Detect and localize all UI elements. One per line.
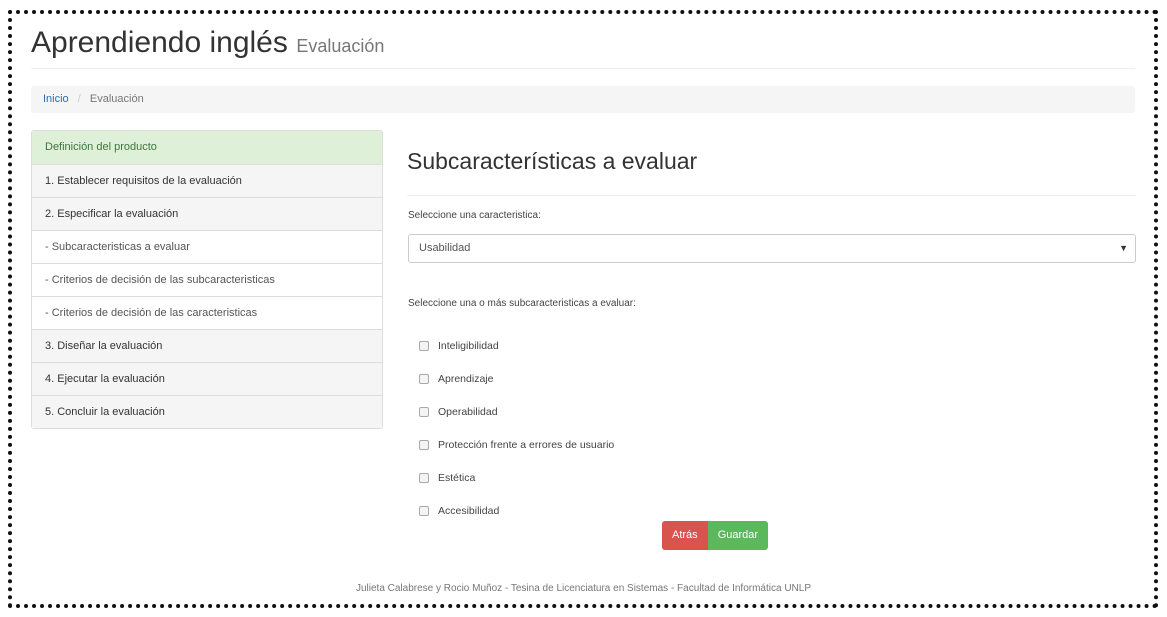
checkbox-row-inteligibilidad: Inteligibilidad: [419, 329, 614, 362]
breadcrumb-home-link[interactable]: Inicio: [43, 93, 69, 105]
sidebar-item-definicion-producto[interactable]: Definición del producto: [32, 131, 382, 164]
checkbox-label: Operabilidad: [438, 405, 498, 418]
checkbox-accesibilidad[interactable]: [419, 505, 429, 516]
subcharacteristics-checklist: Inteligibilidad Aprendizaje Operabilidad…: [419, 329, 614, 527]
characteristic-select-label: Seleccione una caracteristica:: [408, 210, 541, 221]
checkbox-row-proteccion-errores: Protección frente a errores de usuario: [419, 428, 614, 461]
sidebar-item-especificar-evaluacion[interactable]: 2. Especificar la evaluación: [32, 197, 382, 230]
sidebar-item-establecer-requisitos[interactable]: 1. Establecer requisitos de la evaluació…: [32, 164, 382, 197]
checkbox-label: Accesibilidad: [438, 504, 500, 517]
subcharacteristics-label: Seleccione una o más subcaracteristicas …: [408, 298, 636, 309]
checkbox-row-accesibilidad: Accesibilidad: [419, 494, 614, 527]
form-buttons: Atrás Guardar: [662, 521, 769, 550]
characteristic-select[interactable]: Usabilidad ▼: [408, 234, 1136, 263]
breadcrumb: Inicio / Evaluación: [31, 86, 1135, 113]
breadcrumb-separator: /: [77, 93, 81, 105]
sidebar: Definición del producto 1. Establecer re…: [31, 130, 383, 429]
section-heading: Subcaracterísticas a evaluar: [407, 130, 1136, 196]
sidebar-item-ejecutar-evaluacion[interactable]: 4. Ejecutar la evaluación: [32, 362, 382, 395]
sidebar-item-disenar-evaluacion[interactable]: 3. Diseñar la evaluación: [32, 329, 382, 362]
checkbox-label: Aprendizaje: [438, 372, 494, 385]
sidebar-item-criterios-caracteristicas[interactable]: - Criterios de decisión de las caracteri…: [32, 296, 382, 329]
checkbox-row-aprendizaje: Aprendizaje: [419, 362, 614, 395]
sidebar-item-concluir-evaluacion[interactable]: 5. Concluir la evaluación: [32, 395, 382, 428]
main-content: Subcaracterísticas a evaluar Seleccione …: [407, 130, 1136, 550]
page-header: Aprendiendo inglés Evaluación: [31, 26, 1135, 69]
sidebar-item-subcaracteristicas[interactable]: - Subcaracteristicas a evaluar: [32, 230, 382, 263]
characteristic-select-value: Usabilidad: [419, 242, 471, 254]
page: Aprendiendo inglés Evaluación Inicio / E…: [0, 0, 1167, 617]
checkbox-row-estetica: Estética: [419, 461, 614, 494]
page-subtitle: Evaluación: [296, 36, 385, 56]
checkbox-label: Inteligibilidad: [438, 339, 499, 352]
footer-text: Julieta Calabrese y Rocio Muñoz - Tesina…: [355, 583, 812, 594]
breadcrumb-current: Evaluación: [89, 93, 144, 105]
checkbox-label: Estética: [438, 471, 476, 484]
checkbox-estetica[interactable]: [419, 472, 429, 483]
sidebar-item-criterios-subcaracteristicas[interactable]: - Criterios de decisión de las subcaract…: [32, 263, 382, 296]
checkbox-aprendizaje[interactable]: [419, 373, 429, 384]
back-button[interactable]: Atrás: [662, 521, 708, 550]
dropdown-arrow-icon: ▼: [1119, 243, 1128, 253]
save-button[interactable]: Guardar: [707, 521, 769, 550]
checkbox-label: Protección frente a errores de usuario: [438, 438, 615, 451]
checkbox-inteligibilidad[interactable]: [419, 340, 429, 351]
checkbox-proteccion-errores[interactable]: [419, 439, 429, 450]
checkbox-operabilidad[interactable]: [419, 406, 429, 417]
checkbox-row-operabilidad: Operabilidad: [419, 395, 614, 428]
page-title: Aprendiendo inglés: [31, 26, 288, 59]
